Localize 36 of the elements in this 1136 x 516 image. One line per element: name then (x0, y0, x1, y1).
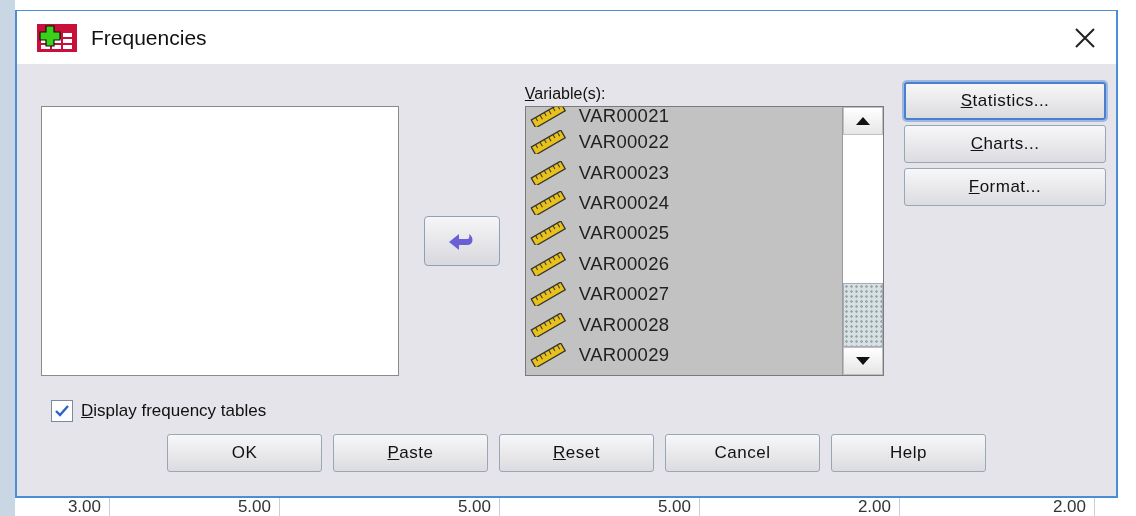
dialog-button[interactable]: Statistics... (904, 82, 1106, 120)
variable-name[interactable]: VAR00022 (578, 131, 670, 154)
table-cell: 5.00 (500, 498, 700, 516)
variable-name[interactable]: VAR00028 (578, 313, 670, 336)
move-button[interactable] (424, 216, 500, 266)
arrow-icon (449, 231, 475, 251)
table-cell: 3.00 (0, 498, 110, 516)
up-triangle-icon[interactable] (856, 117, 870, 125)
variables-label: Variable(s): (524, 84, 606, 104)
table-cell: 2.00 (900, 498, 1095, 516)
table-cell: 5.00 (110, 498, 280, 516)
variable-name[interactable]: VAR00026 (578, 252, 670, 275)
dialog-button[interactable]: Help (831, 434, 986, 472)
variable-name[interactable]: VAR00023 (578, 161, 670, 184)
variable-name[interactable]: VAR00029 (578, 343, 670, 366)
variable-name[interactable]: VAR00021 (578, 107, 670, 127)
dialog-button[interactable]: Paste (333, 434, 488, 472)
variable-list[interactable]: VAR00021 VAR00022 VAR00023 VAR00024 VAR00025 VAR00026 VAR00027 VAR00028 VAR00029 (524, 106, 884, 376)
check-icon (55, 405, 69, 417)
table-cell: 2.00 (700, 498, 900, 516)
variable-name[interactable]: VAR00024 (578, 191, 670, 214)
grid-plus-icon (37, 23, 77, 52)
scroll-thumb[interactable] (843, 283, 883, 347)
dialog-button[interactable]: Reset (499, 434, 654, 472)
variable-name[interactable]: VAR00027 (578, 283, 670, 306)
checkbox-label: Display frequency tables (81, 401, 267, 421)
dialog-button[interactable]: OK (167, 434, 322, 472)
down-triangle-icon[interactable] (856, 357, 870, 365)
dialog-button[interactable]: Cancel (665, 434, 820, 472)
dialog-button[interactable]: Format... (904, 168, 1106, 206)
window-title: Frequencies (91, 25, 208, 50)
table-cell: 5.00 (280, 498, 500, 516)
variable-name[interactable]: VAR00025 (578, 222, 670, 245)
checkbox[interactable] (51, 400, 73, 422)
scrollbar[interactable] (842, 107, 883, 375)
dialog-button[interactable]: Charts... (904, 125, 1106, 163)
